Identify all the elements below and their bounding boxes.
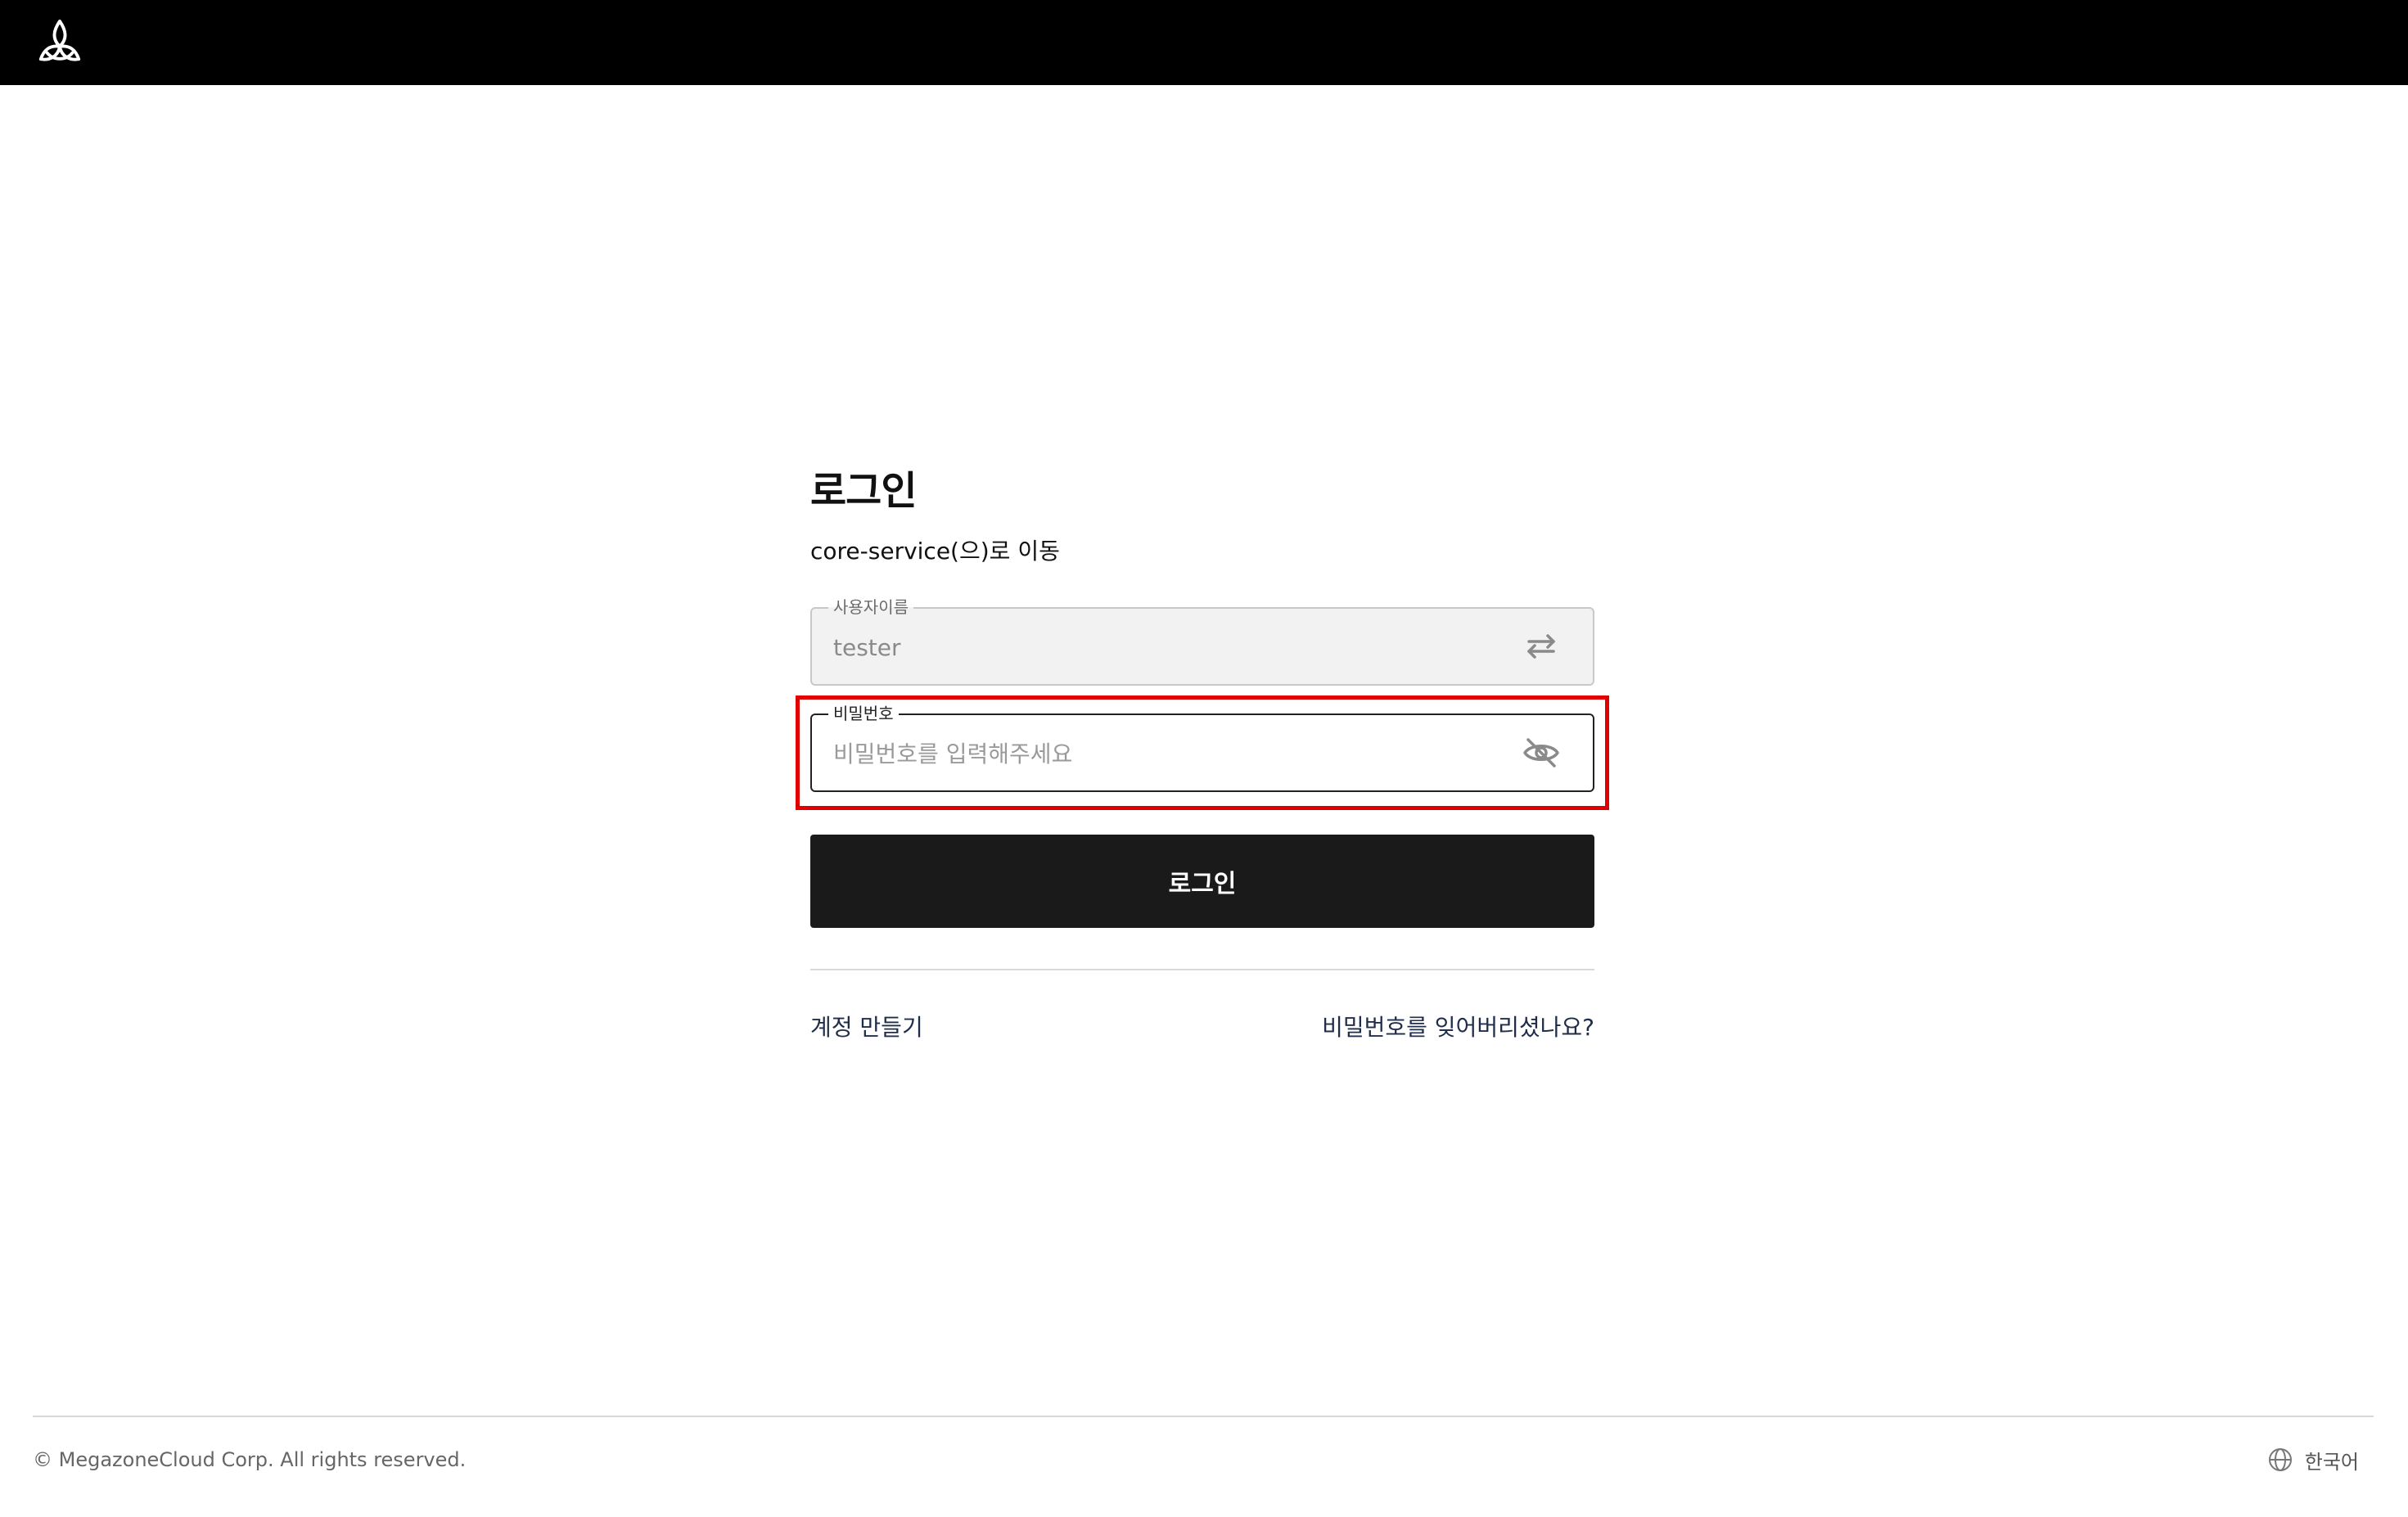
username-input[interactable]	[833, 627, 1472, 668]
redirect-subtitle: core-service(으)로 이동	[810, 538, 1060, 565]
password-field[interactable]: 비밀번호	[810, 704, 1594, 792]
language-selector[interactable]: 한국어	[2267, 1443, 2359, 1476]
create-account-link[interactable]: 계정 만들기	[810, 1010, 923, 1042]
username-field[interactable]: 사용자이름	[810, 597, 1594, 686]
copyright-text: © MegazoneCloud Corp. All rights reserve…	[33, 1448, 467, 1471]
triquetra-logo-icon[interactable]	[36, 18, 83, 65]
footer-divider	[33, 1416, 2374, 1417]
language-label: 한국어	[2304, 1450, 2359, 1474]
forgot-password-link[interactable]: 비밀번호를 잊어버리셨나요?	[1322, 1010, 1594, 1042]
page-title: 로그인	[810, 468, 917, 514]
eye-off-icon[interactable]	[1522, 736, 1560, 769]
password-input[interactable]	[833, 733, 1472, 774]
globe-icon	[2268, 1448, 2292, 1471]
top-navigation-bar	[0, 0, 2408, 85]
password-label: 비밀번호	[828, 704, 899, 723]
divider	[810, 969, 1594, 970]
username-label: 사용자이름	[828, 597, 913, 617]
login-button[interactable]: 로그인	[810, 835, 1594, 928]
swap-arrows-icon[interactable]	[1522, 630, 1560, 663]
